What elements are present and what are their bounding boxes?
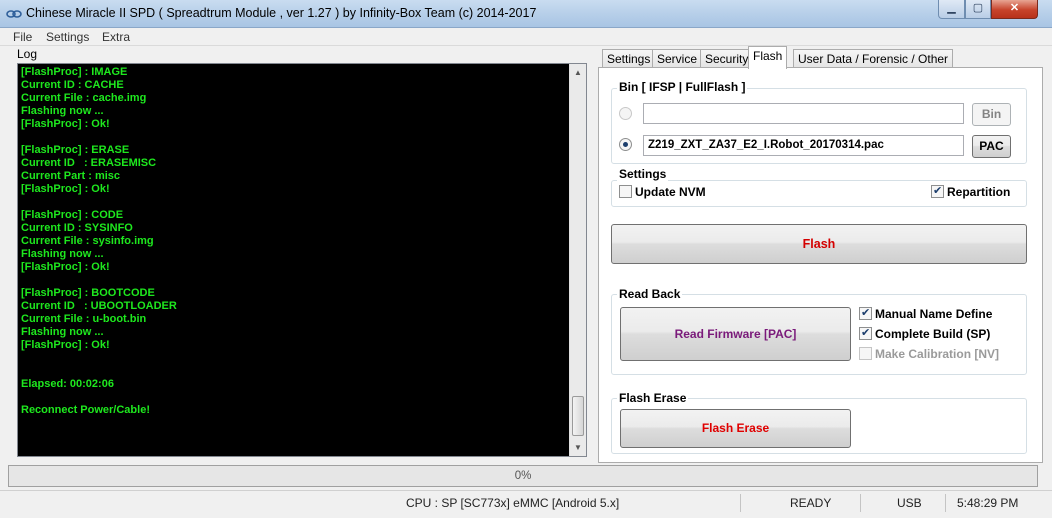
- menu-bar: File Settings Extra: [0, 28, 1052, 46]
- status-divider: [740, 494, 741, 512]
- bin-radio[interactable]: [619, 107, 632, 120]
- scroll-up-icon[interactable]: ▲: [570, 64, 586, 81]
- repartition-checkbox[interactable]: [931, 184, 944, 198]
- complete-build-checkbox[interactable]: [859, 326, 872, 340]
- read-firmware-button[interactable]: Read Firmware [PAC]: [620, 307, 851, 361]
- complete-build-label: Complete Build (SP): [875, 327, 991, 341]
- make-calibration-checkbox[interactable]: [859, 347, 872, 360]
- menu-settings[interactable]: Settings: [46, 30, 89, 44]
- update-nvm-label: Update NVM: [635, 185, 706, 199]
- bin-path-field[interactable]: [643, 103, 964, 124]
- flash-erase-group-title: Flash Erase: [617, 391, 689, 405]
- bin-group-title: Bin [ IFSP | FullFlash ]: [617, 80, 748, 94]
- flash-button[interactable]: Flash: [611, 224, 1027, 264]
- log-label: Log: [17, 47, 38, 61]
- tab-user-data-forensic-other[interactable]: User Data / Forensic / Other: [793, 49, 954, 68]
- tab-security[interactable]: Security: [700, 49, 754, 68]
- menu-file[interactable]: File: [13, 30, 32, 44]
- bin-button[interactable]: Bin: [972, 103, 1011, 126]
- scroll-thumb[interactable]: [572, 396, 584, 436]
- flash-tab-panel: Bin [ IFSP | FullFlash ] Bin Z219_ZXT_ZA…: [598, 67, 1043, 463]
- pac-button[interactable]: PAC: [972, 135, 1011, 158]
- manual-name-checkbox[interactable]: [859, 306, 872, 320]
- readback-group-title: Read Back: [617, 287, 683, 301]
- window-title: Chinese Miracle II SPD ( Spreadtrum Modu…: [26, 6, 537, 20]
- log-panel: [FlashProc] : IMAGE Current ID : CACHE C…: [17, 63, 587, 457]
- tab-service[interactable]: Service: [652, 49, 703, 68]
- scroll-down-icon[interactable]: ▼: [570, 439, 586, 456]
- status-bar: CPU : SP [SC773x] eMMC [Android 5.x] REA…: [0, 490, 1052, 518]
- status-state: READY: [790, 496, 832, 510]
- settings-group-title: Settings: [617, 167, 669, 181]
- progress-bar: 0%: [8, 465, 1038, 487]
- close-button[interactable]: ✕: [991, 0, 1038, 19]
- status-cpu: CPU : SP [SC773x] eMMC [Android 5.x]: [406, 496, 620, 510]
- title-bar[interactable]: Chinese Miracle II SPD ( Spreadtrum Modu…: [0, 0, 1052, 28]
- status-time: 5:48:29 PM: [957, 496, 1019, 510]
- status-port: USB: [897, 496, 922, 510]
- repartition-label: Repartition: [947, 185, 1011, 199]
- status-divider: [860, 494, 861, 512]
- update-nvm-checkbox[interactable]: [619, 185, 632, 198]
- log-scrollbar[interactable]: ▲ ▼: [569, 64, 586, 456]
- pac-path-field[interactable]: Z219_ZXT_ZA37_E2_I.Robot_20170314.pac: [643, 135, 964, 156]
- menu-extra[interactable]: Extra: [102, 30, 130, 44]
- minimize-button[interactable]: ▁: [938, 0, 965, 19]
- tab-flash[interactable]: Flash: [748, 46, 788, 69]
- flash-erase-button[interactable]: Flash Erase: [620, 409, 851, 448]
- make-calibration-label: Make Calibration [NV]: [875, 347, 1000, 361]
- app-icon: [6, 10, 22, 18]
- status-divider: [945, 494, 946, 512]
- log-text: [FlashProc] : IMAGE Current ID : CACHE C…: [21, 66, 177, 416]
- progress-label: 0%: [514, 470, 532, 482]
- tab-settings[interactable]: Settings: [602, 49, 656, 68]
- maximize-button[interactable]: ▢: [965, 0, 991, 19]
- manual-name-label: Manual Name Define: [875, 307, 993, 321]
- pac-radio[interactable]: [619, 138, 632, 151]
